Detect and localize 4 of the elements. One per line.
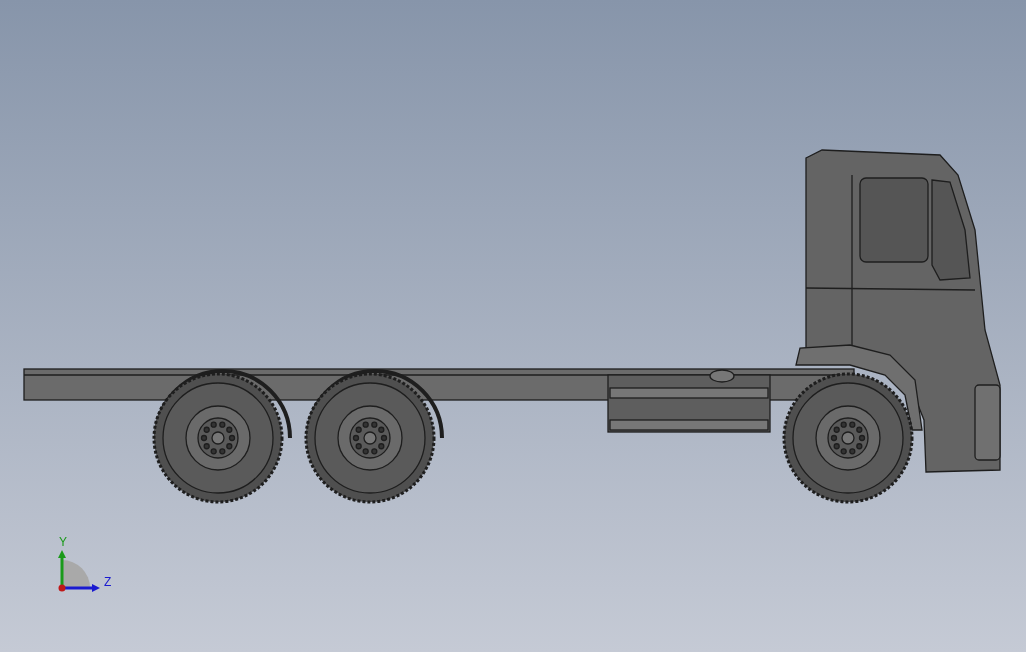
view-orientation-icon <box>62 560 90 588</box>
axis-label: Y <box>59 535 67 549</box>
origin-icon <box>58 584 66 592</box>
axis-label: Z <box>104 575 112 589</box>
